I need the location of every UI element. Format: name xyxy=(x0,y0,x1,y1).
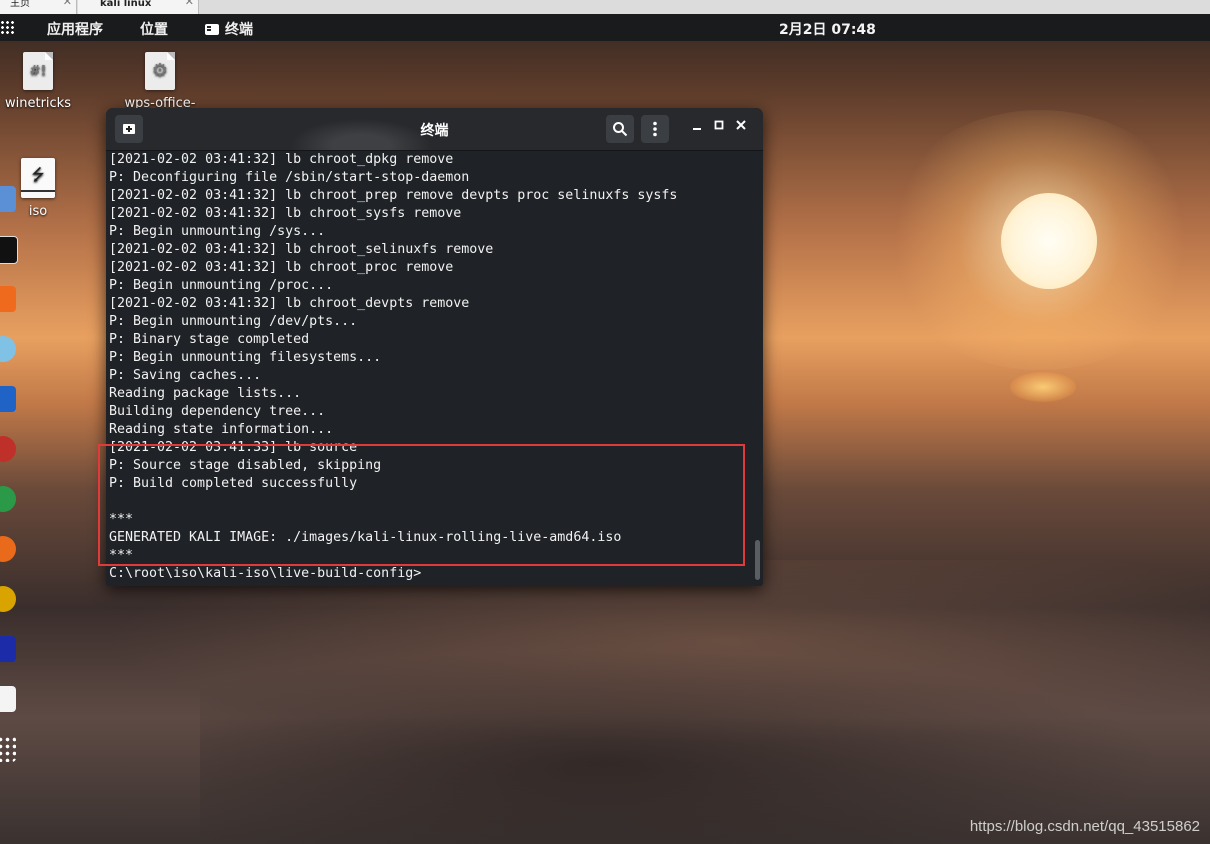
terminal-app-label: 终端 xyxy=(225,22,253,38)
settings-file-icon: ⚙ xyxy=(145,52,175,90)
metasploit-icon[interactable] xyxy=(0,386,16,412)
highlight-annotation-box xyxy=(98,444,745,566)
terminal-line: [2021-02-02 03:41:32] lb chroot_sysfs re… xyxy=(109,206,462,221)
close-button[interactable] xyxy=(733,119,749,135)
firefox-icon[interactable] xyxy=(0,536,16,562)
search-icon xyxy=(613,122,628,137)
burp-icon[interactable] xyxy=(0,286,16,312)
terminal-prompt[interactable]: C:\root\iso\kali-iso\live-build-config> xyxy=(109,565,749,583)
host-tab-home[interactable]: 主页 ✕ xyxy=(0,0,77,14)
terminal-line: Reading package lists... xyxy=(109,386,302,401)
minimize-icon xyxy=(693,128,701,130)
maximize-icon xyxy=(714,120,724,130)
terminal-dock-icon[interactable] xyxy=(0,236,18,264)
desktop-icon-label: winetricks xyxy=(5,96,71,111)
sun-reflection xyxy=(1010,372,1076,402)
applications-menu[interactable]: 应用程序 xyxy=(47,19,103,39)
close-icon[interactable]: ✕ xyxy=(185,0,194,7)
java-icon[interactable] xyxy=(0,636,16,662)
terminal-line: P: Binary stage completed xyxy=(109,332,310,347)
terminal-line: P: Begin unmounting /proc... xyxy=(109,278,334,293)
host-tab-label: kali linux xyxy=(100,0,152,9)
clock[interactable]: 2月2日 07:48 xyxy=(779,19,876,39)
minimize-button[interactable] xyxy=(689,119,705,135)
menu-button[interactable] xyxy=(641,115,669,143)
maximize-button[interactable] xyxy=(711,119,727,135)
terminal-line: Reading state information... xyxy=(109,422,334,437)
close-icon[interactable]: ✕ xyxy=(63,0,72,7)
files-icon[interactable] xyxy=(0,186,16,212)
desktop-icon-wps[interactable]: ⚙ wps-office- xyxy=(118,52,202,111)
wave-shadow xyxy=(200,640,1210,844)
terminal-line: P: Begin unmounting /dev/pts... xyxy=(109,314,358,329)
terminal-line: P: Deconfiguring file /sbin/start-stop-d… xyxy=(109,170,470,185)
desktop-icon-winetricks[interactable]: #! winetricks xyxy=(2,52,74,111)
usb-dock-icon[interactable] xyxy=(0,686,16,712)
terminal-line: P: Saving caches... xyxy=(109,368,262,383)
terminal-line: Building dependency tree... xyxy=(109,404,326,419)
places-menu[interactable]: 位置 xyxy=(140,19,168,39)
kebab-menu-icon xyxy=(653,121,657,137)
usb-drive-icon: ⭍ xyxy=(21,158,55,198)
desktop-icon-label: iso xyxy=(28,204,48,219)
show-apps-icon[interactable] xyxy=(0,736,16,762)
terminal-line: [2021-02-02 03:41:32] lb chroot_dpkg rem… xyxy=(109,152,454,167)
eye-icon[interactable] xyxy=(0,336,16,362)
desktop-icon-iso[interactable]: ⭍ iso xyxy=(18,158,58,219)
script-file-icon: #! xyxy=(23,52,53,90)
close-icon xyxy=(736,120,746,130)
terminal-line: [2021-02-02 03:41:32] lb chroot_selinuxf… xyxy=(109,242,494,257)
terminal-scrollbar[interactable] xyxy=(755,540,760,580)
host-tab-kali[interactable]: kali linux ✕ xyxy=(78,0,199,14)
app-grid-icon[interactable] xyxy=(0,20,14,34)
search-button[interactable] xyxy=(606,115,634,143)
maltego-icon[interactable] xyxy=(0,486,16,512)
watermark: https://blog.csdn.net/qq_43515862 xyxy=(969,818,1200,835)
terminal-header-bar[interactable]: 终端 xyxy=(106,108,763,151)
host-tab-label: 主页 xyxy=(10,0,30,9)
terminal-line: [2021-02-02 03:41:32] lb chroot_proc rem… xyxy=(109,260,454,275)
terminal-line: P: Begin unmounting filesystems... xyxy=(109,350,382,365)
terminal-line: P: Begin unmounting /sys... xyxy=(109,224,326,239)
terminal-line: [2021-02-02 03:41:32] lb chroot_devpts r… xyxy=(109,296,470,311)
terminal-app-menu[interactable]: 终端 xyxy=(205,19,253,39)
sun xyxy=(1001,193,1097,289)
top-panel: 应用程序 位置 终端 2月2日 07:48 xyxy=(0,14,1210,41)
terminal-icon xyxy=(205,24,219,35)
terminal-line: [2021-02-02 03:41:32] lb chroot_prep rem… xyxy=(109,188,678,203)
cherry-icon[interactable] xyxy=(0,436,16,462)
host-tab-strip: 主页 ✕ kali linux ✕ xyxy=(0,0,1210,14)
